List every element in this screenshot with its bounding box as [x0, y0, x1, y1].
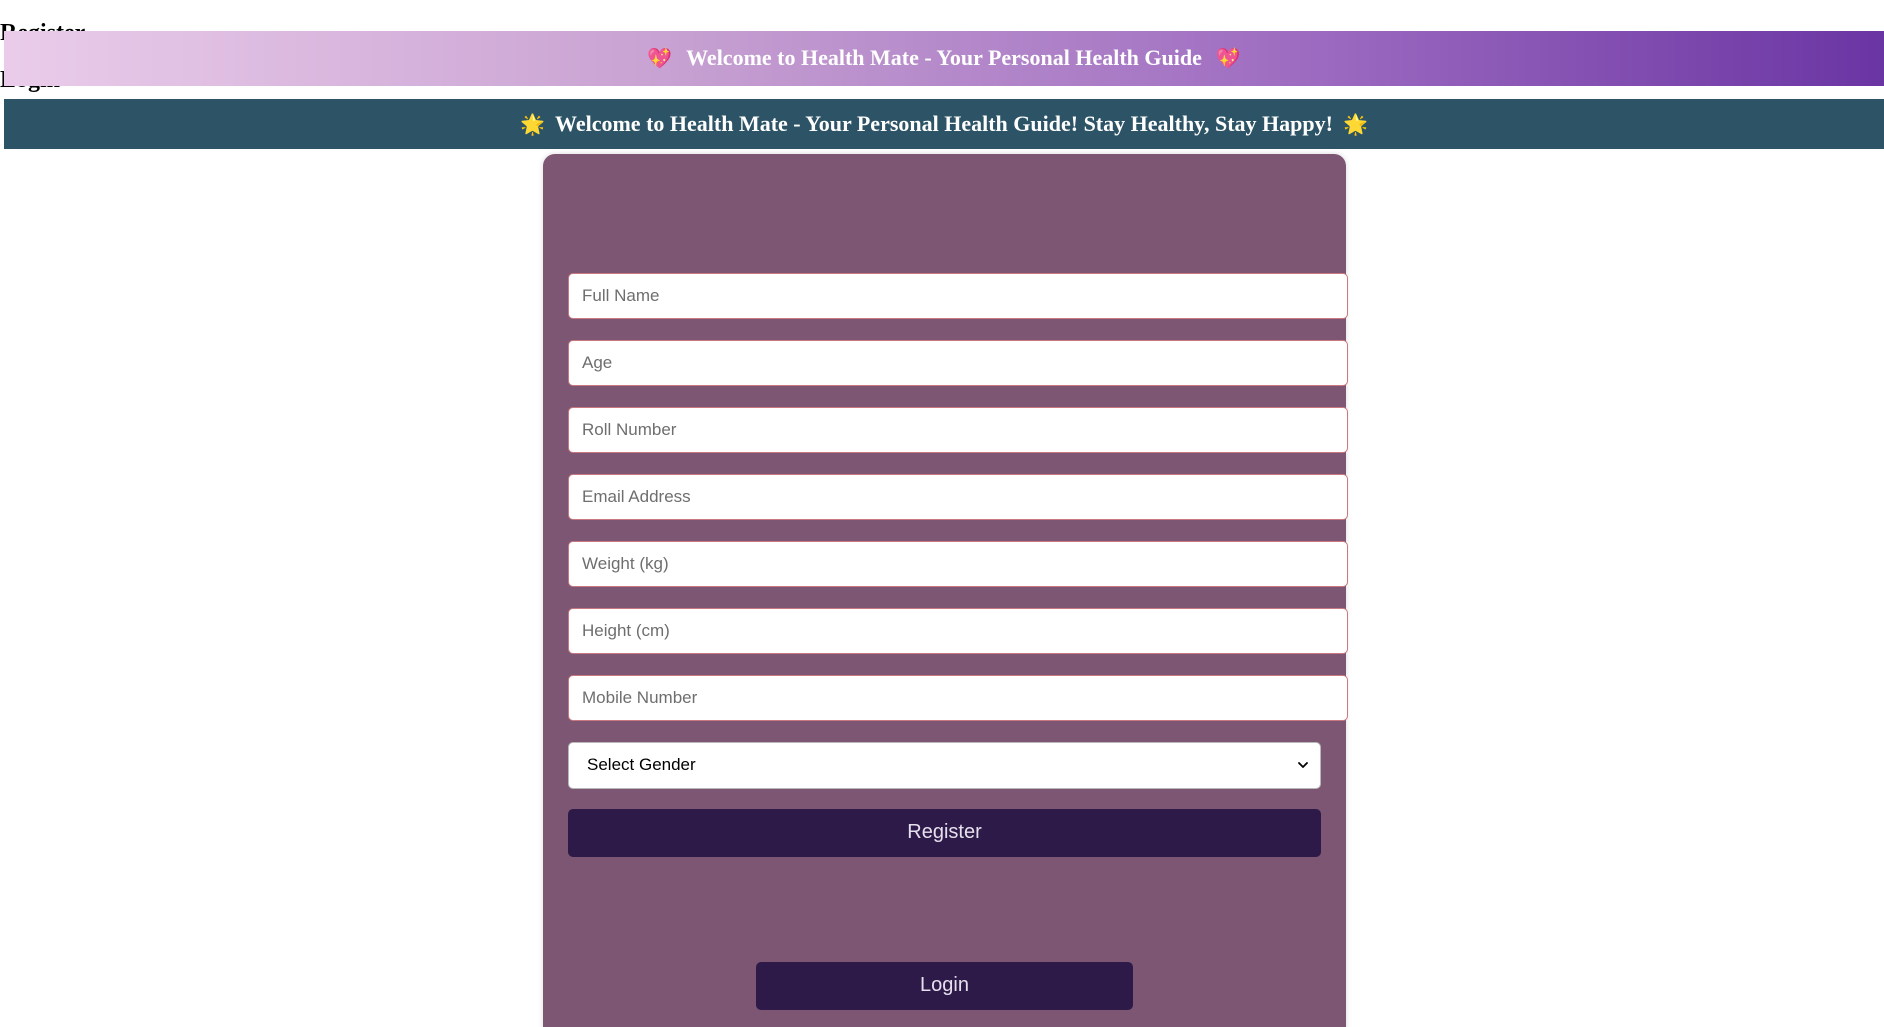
register-button[interactable]: Register	[568, 808, 1321, 857]
roll-number-input[interactable]	[568, 406, 1348, 453]
welcome-banner: 💖 Welcome to Health Mate - Your Personal…	[4, 30, 1884, 86]
weight-input[interactable]	[568, 540, 1348, 587]
chevron-down-icon	[1298, 762, 1308, 769]
email-input[interactable]	[568, 473, 1348, 520]
marquee-bar: 🌟 Welcome to Health Mate - Your Personal…	[4, 98, 1884, 149]
login-button[interactable]: Login	[756, 961, 1133, 1010]
gender-select-value: Select Gender	[587, 755, 696, 775]
marquee-text: Welcome to Health Mate - Your Personal H…	[555, 110, 1333, 136]
full-name-input[interactable]	[568, 272, 1348, 319]
height-input[interactable]	[568, 607, 1348, 654]
mobile-number-input[interactable]	[568, 674, 1348, 721]
welcome-banner-text: Welcome to Health Mate - Your Personal H…	[686, 45, 1202, 71]
glowing-star-icon: 🌟	[1342, 111, 1368, 136]
glowing-star-icon: 🌟	[520, 111, 546, 136]
sparkling-heart-icon: 💖	[1215, 46, 1241, 71]
sparkling-heart-icon: 💖	[647, 46, 673, 71]
gender-select[interactable]: Select Gender	[568, 741, 1321, 789]
page: 💖 Welcome to Health Mate - Your Personal…	[0, 20, 1884, 1027]
age-input[interactable]	[568, 339, 1348, 386]
